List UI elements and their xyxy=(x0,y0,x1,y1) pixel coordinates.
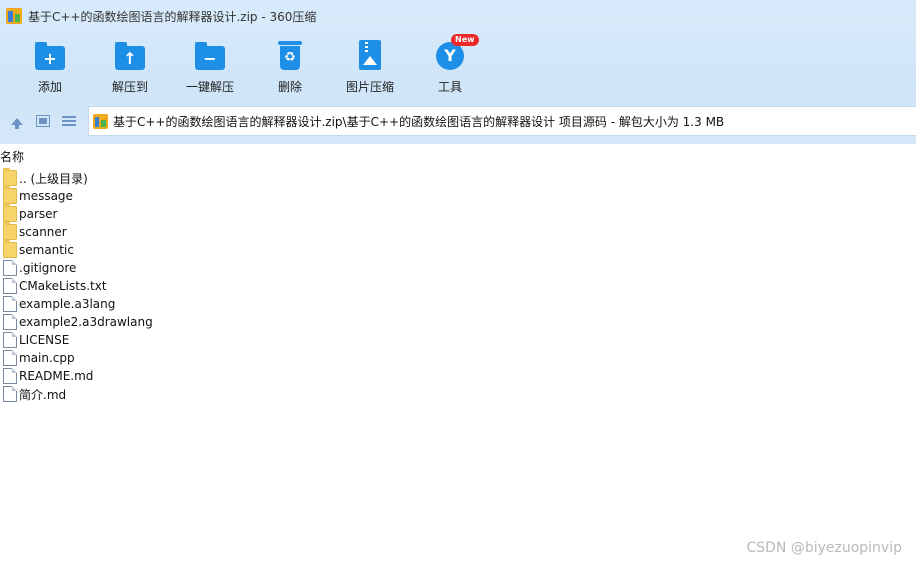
add-button[interactable]: + 添加 xyxy=(10,34,90,98)
list-view-icon xyxy=(62,115,76,127)
file-name: main.cpp xyxy=(19,351,75,365)
file-name: semantic xyxy=(19,243,74,257)
file-icon xyxy=(3,314,17,330)
one-click-extract-button[interactable]: − 一键解压 xyxy=(170,34,250,98)
file-icon xyxy=(3,386,17,402)
archive-app-icon xyxy=(6,8,22,24)
file-name: example.a3lang xyxy=(19,297,116,311)
image-compress-label: 图片压缩 xyxy=(345,80,394,94)
up-level-button[interactable] xyxy=(4,109,30,133)
list-item-example2[interactable]: example2.a3drawlang xyxy=(0,313,916,331)
folder-icon xyxy=(3,168,17,186)
file-icon xyxy=(3,368,17,384)
thumbnail-view-button[interactable] xyxy=(30,109,56,133)
file-name: example2.a3drawlang xyxy=(19,315,153,329)
file-icon xyxy=(3,350,17,366)
add-folder-icon: + xyxy=(33,38,67,72)
thumbnail-view-icon xyxy=(36,115,50,127)
file-list: .. (上级目录) message parser scanner semanti… xyxy=(0,168,916,403)
new-badge: New xyxy=(451,34,479,46)
delete-button[interactable]: ♻ 删除 xyxy=(250,34,330,98)
file-name: LICENSE xyxy=(19,333,70,347)
window-title: 基于C++的函数绘图语言的解释器设计.zip - 360压缩 xyxy=(28,9,317,24)
list-view-button[interactable] xyxy=(56,109,82,133)
folder-icon xyxy=(3,204,17,222)
extract-to-icon: ↑ xyxy=(113,38,147,72)
add-button-label: 添加 xyxy=(37,80,62,94)
watermark: CSDN @biyezuopinvip xyxy=(746,540,902,556)
one-click-extract-label: 一键解压 xyxy=(185,80,234,94)
list-item-license[interactable]: LICENSE xyxy=(0,331,916,349)
file-name: scanner xyxy=(19,225,67,239)
file-name: CMakeLists.txt xyxy=(19,279,107,293)
toolbar: + 添加 ↑ 解压到 − 一键解压 ♻ 删除 图片压缩 Y New 工具 xyxy=(0,34,916,98)
folder-icon xyxy=(3,240,17,258)
tools-icon: Y New xyxy=(433,34,479,72)
one-click-extract-icon: − xyxy=(193,38,227,72)
file-name: .. (上级目录) xyxy=(19,171,88,186)
address-path: 基于C++的函数绘图语言的解释器设计.zip\基于C++的函数绘图语言的解释器设… xyxy=(113,114,725,129)
folder-icon xyxy=(3,222,17,240)
file-name: message xyxy=(19,189,73,203)
file-icon xyxy=(3,260,17,276)
header-area: 基于C++的函数绘图语言的解释器设计.zip - 360压缩 + 添加 ↑ 解压… xyxy=(0,0,916,144)
list-item-readme[interactable]: README.md xyxy=(0,367,916,385)
folder-icon xyxy=(3,186,17,204)
list-item-scanner[interactable]: scanner xyxy=(0,222,916,241)
file-name: 简介.md xyxy=(19,387,67,402)
file-name: README.md xyxy=(19,369,94,383)
file-icon xyxy=(3,332,17,348)
image-compress-button[interactable]: 图片压缩 xyxy=(330,34,410,98)
delete-label: 删除 xyxy=(277,80,302,94)
column-name-header[interactable]: 名称 xyxy=(0,148,24,165)
list-item-cmakelists[interactable]: CMakeLists.txt xyxy=(0,277,916,295)
extract-to-button[interactable]: ↑ 解压到 xyxy=(90,34,170,98)
extract-to-label: 解压到 xyxy=(111,80,148,94)
zip-archive-icon xyxy=(93,113,108,129)
image-compress-icon xyxy=(353,38,387,72)
list-item-semantic[interactable]: semantic xyxy=(0,240,916,259)
title-bar: 基于C++的函数绘图语言的解释器设计.zip - 360压缩 xyxy=(0,0,916,32)
list-item-parent-dir[interactable]: .. (上级目录) xyxy=(0,168,916,187)
navigation-row: 基于C++的函数绘图语言的解释器设计.zip\基于C++的函数绘图语言的解释器设… xyxy=(0,106,916,136)
list-header: 名称 xyxy=(0,146,916,164)
app-window: 基于C++的函数绘图语言的解释器设计.zip - 360压缩 + 添加 ↑ 解压… xyxy=(0,0,916,566)
file-name: parser xyxy=(19,207,58,221)
file-icon xyxy=(3,278,17,294)
up-arrow-icon xyxy=(11,117,23,129)
tools-label: 工具 xyxy=(437,80,462,94)
list-item-parser[interactable]: parser xyxy=(0,204,916,223)
list-item-main-cpp[interactable]: main.cpp xyxy=(0,349,916,367)
recycle-bin-icon: ♻ xyxy=(273,38,307,72)
list-item-message[interactable]: message xyxy=(0,186,916,205)
file-icon xyxy=(3,296,17,312)
list-item-example-a3lang[interactable]: example.a3lang xyxy=(0,295,916,313)
address-bar[interactable]: 基于C++的函数绘图语言的解释器设计.zip\基于C++的函数绘图语言的解释器设… xyxy=(88,106,916,136)
list-item-gitignore[interactable]: .gitignore xyxy=(0,259,916,277)
list-item-intro-md[interactable]: 简介.md xyxy=(0,385,916,403)
tools-button[interactable]: Y New 工具 xyxy=(410,34,490,98)
file-name: .gitignore xyxy=(19,261,77,275)
